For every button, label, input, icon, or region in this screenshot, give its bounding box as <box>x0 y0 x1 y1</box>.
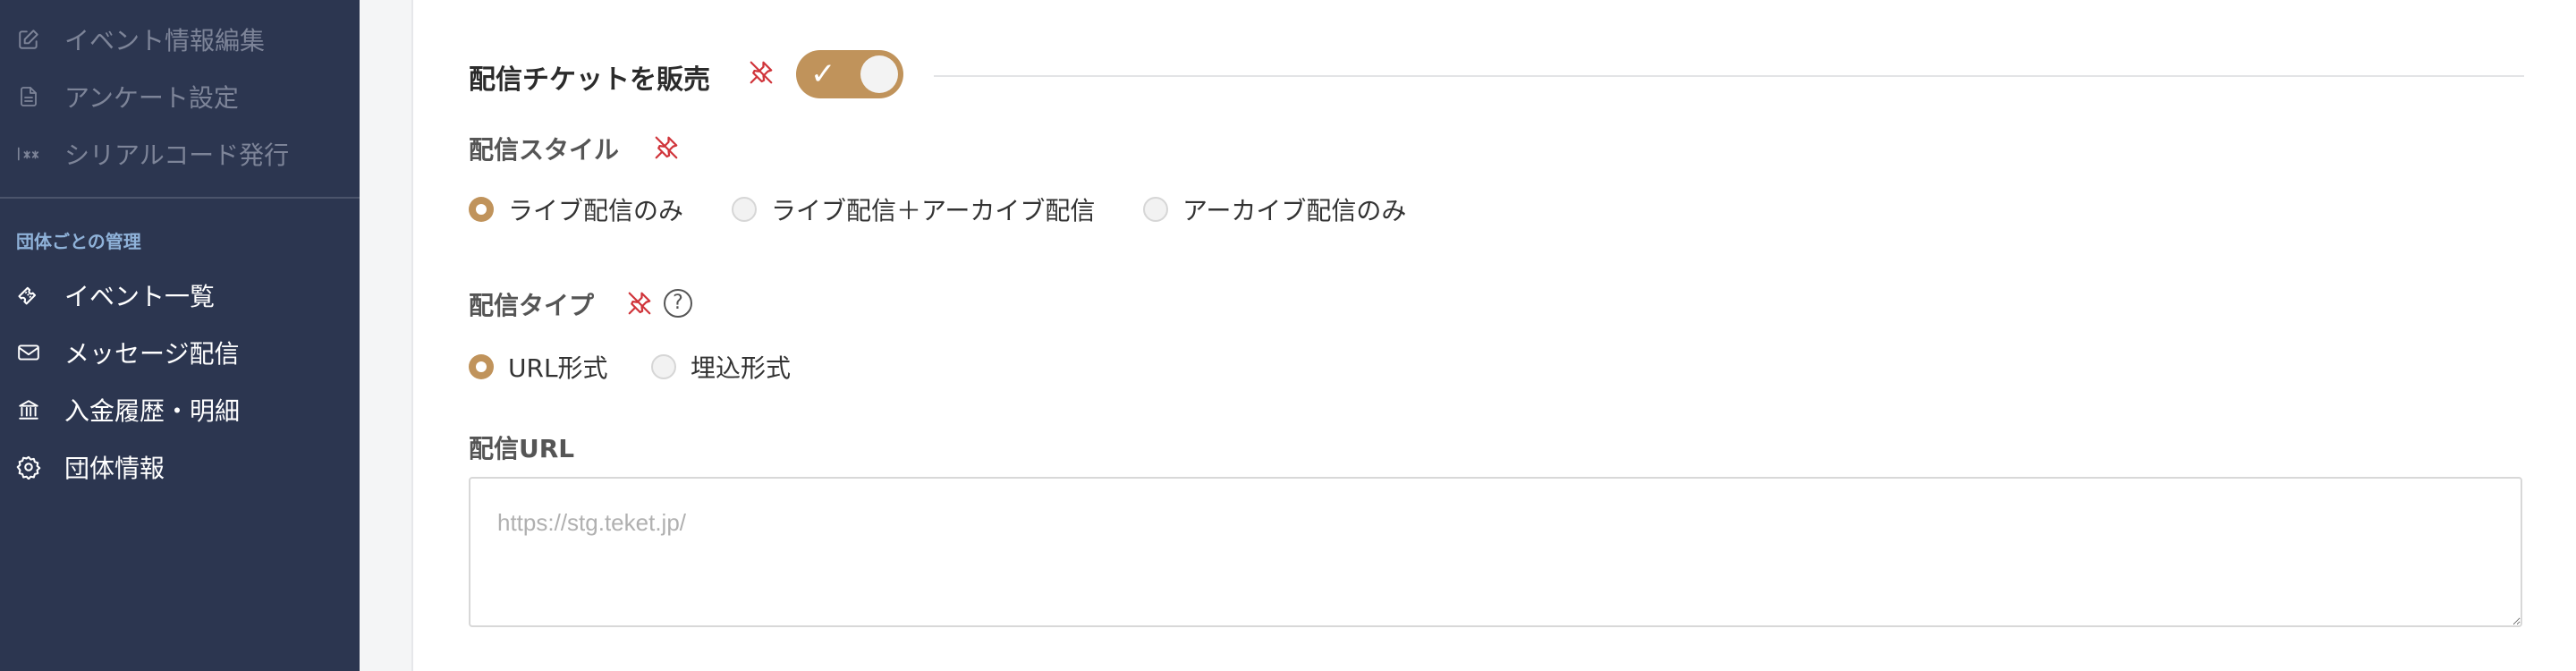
required-pin-icon <box>628 292 651 315</box>
radio-label: ライブ配信＋アーカイブ配信 <box>771 196 1096 225</box>
type-label: 配信タイプ <box>469 291 595 320</box>
bank-icon <box>16 397 41 422</box>
sidebar-item-label: イベント一覧 <box>64 282 216 311</box>
url-label: 配信URL <box>469 434 575 463</box>
serial-code-icon <box>16 141 41 166</box>
sidebar-item-event-list[interactable]: イベント一覧 <box>0 267 360 324</box>
sidebar-item-messages[interactable]: メッセージ配信 <box>0 324 360 381</box>
sidebar-item-org-info[interactable]: 団体情報 <box>0 438 360 496</box>
required-pin-icon <box>750 61 773 84</box>
sidebar-item-survey[interactable]: アンケート設定 <box>0 68 360 125</box>
radio-label: URL形式 <box>508 353 608 383</box>
sidebar-item-label: シリアルコード発行 <box>64 140 290 170</box>
radio-dot <box>651 354 676 379</box>
sidebar-item-event-edit[interactable]: イベント情報編集 <box>0 11 360 68</box>
radio-live-only[interactable]: ライブ配信のみ <box>469 191 683 227</box>
help-icon[interactable]: ? <box>664 289 692 318</box>
edit-icon <box>16 27 41 52</box>
section-divider <box>934 75 2524 77</box>
radio-label: 埋込形式 <box>691 353 792 383</box>
required-pin-icon <box>655 136 678 159</box>
mail-icon <box>16 340 41 365</box>
sidebar-item-label: アンケート設定 <box>64 83 239 113</box>
sidebar-item-serial-code[interactable]: シリアルコード発行 <box>0 125 360 183</box>
delivery-url-input[interactable] <box>469 477 2522 627</box>
document-icon <box>16 84 41 109</box>
main-panel: 配信チケットを販売 ✓ 配信スタイル ライブ配信のみ ライブ配信＋アーカイブ配信… <box>411 0 2576 671</box>
ticket-icon <box>16 283 41 308</box>
sidebar-item-label: メッセージ配信 <box>64 339 240 369</box>
radio-dot <box>469 197 494 222</box>
sidebar-item-label: 入金履歴・明細 <box>64 396 241 426</box>
radio-label: アーカイブ配信のみ <box>1182 196 1407 225</box>
radio-embed-format[interactable]: 埋込形式 <box>651 349 791 385</box>
radio-dot <box>469 354 494 379</box>
sidebar-item-payments[interactable]: 入金履歴・明細 <box>0 381 360 438</box>
section-title: 配信チケットを販売 <box>469 64 710 96</box>
radio-url-format[interactable]: URL形式 <box>469 349 608 385</box>
radio-archive-only[interactable]: アーカイブ配信のみ <box>1143 191 1406 227</box>
sidebar: イベント情報編集 アンケート設定 シリアルコード発行 団体ごとの管理 イベント一… <box>0 0 360 671</box>
gear-icon <box>16 454 41 480</box>
radio-dot <box>1143 197 1168 222</box>
radio-label: ライブ配信のみ <box>508 196 684 225</box>
sidebar-divider <box>0 197 360 199</box>
radio-dot <box>732 197 757 222</box>
check-icon: ✓ <box>810 56 836 92</box>
sidebar-item-label: 団体情報 <box>64 454 165 483</box>
sidebar-section-title: 団体ごとの管理 <box>16 231 141 252</box>
sell-ticket-toggle[interactable]: ✓ <box>796 50 903 98</box>
style-label: 配信スタイル <box>469 135 620 165</box>
radio-live-and-archive[interactable]: ライブ配信＋アーカイブ配信 <box>732 191 1095 227</box>
sidebar-item-label: イベント情報編集 <box>64 26 266 55</box>
toggle-knob <box>860 55 898 93</box>
